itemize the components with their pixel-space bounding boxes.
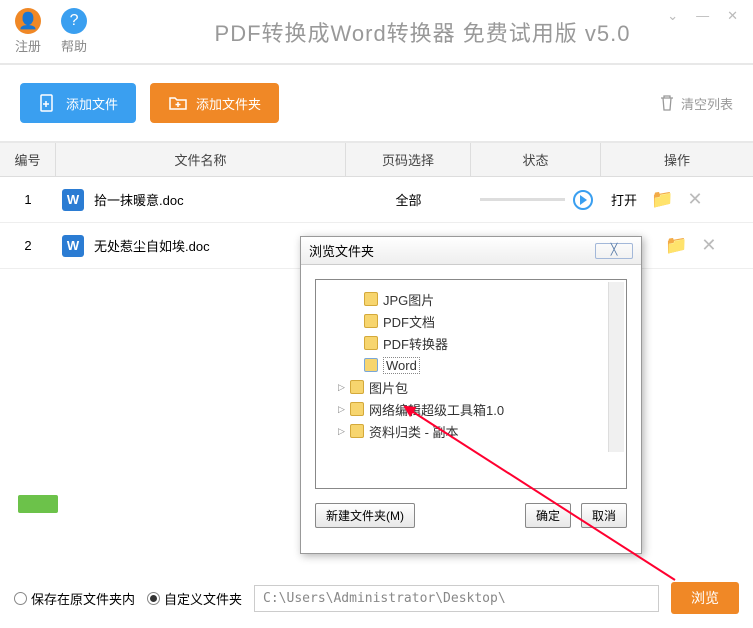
col-status: 状态 bbox=[471, 143, 601, 176]
radio-label: 保存在原文件夹内 bbox=[31, 589, 135, 608]
folder-plus-icon bbox=[168, 93, 188, 113]
add-file-button[interactable]: 添加文件 bbox=[20, 83, 136, 123]
add-file-label: 添加文件 bbox=[66, 94, 118, 113]
dropdown-icon[interactable]: ⌄ bbox=[667, 8, 678, 24]
add-folder-label: 添加文件夹 bbox=[196, 94, 261, 113]
tree-item[interactable]: PDF转换器 bbox=[324, 332, 618, 354]
row-no: 1 bbox=[0, 192, 56, 207]
save-original-radio[interactable]: 保存在原文件夹内 bbox=[14, 589, 135, 608]
open-button[interactable]: 打开 bbox=[611, 190, 637, 209]
help-button[interactable]: ? 帮助 bbox=[61, 8, 87, 55]
clear-label: 清空列表 bbox=[681, 94, 733, 113]
folder-tree[interactable]: JPG图片PDF文档PDF转换器Word▷图片包▷网络编辑超级工具箱1.0▷资料… bbox=[315, 279, 627, 489]
tree-item[interactable]: PDF文档 bbox=[324, 310, 618, 332]
progress-bar bbox=[480, 198, 565, 201]
app-title: PDF转换成Word转换器 免费试用版 v5.0 bbox=[107, 16, 738, 48]
browse-button[interactable]: 浏览 bbox=[671, 582, 739, 614]
new-folder-button[interactable]: 新建文件夹(M) bbox=[315, 503, 415, 528]
file-name: 拾一抹暖意.doc bbox=[94, 190, 184, 209]
row-no: 2 bbox=[0, 238, 56, 253]
tree-item[interactable]: ▷资料归类 - 副本 bbox=[324, 420, 618, 442]
word-icon: W bbox=[62, 189, 84, 211]
register-button[interactable]: 👤 注册 bbox=[15, 8, 41, 55]
help-label: 帮助 bbox=[61, 36, 87, 55]
convert-button-peek[interactable] bbox=[18, 495, 58, 513]
col-name: 文件名称 bbox=[56, 143, 346, 176]
col-op: 操作 bbox=[601, 143, 753, 176]
folder-icon[interactable]: 📁 bbox=[665, 235, 687, 256]
dialog-title: 浏览文件夹 bbox=[309, 241, 374, 260]
folder-icon[interactable]: 📁 bbox=[651, 189, 673, 210]
play-icon[interactable] bbox=[573, 190, 593, 210]
radio-label: 自定义文件夹 bbox=[164, 589, 242, 608]
table-header: 编号 文件名称 页码选择 状态 操作 bbox=[0, 143, 753, 177]
table-row: 1 W 拾一抹暖意.doc 全部 打开 📁 ✕ bbox=[0, 177, 753, 223]
col-page: 页码选择 bbox=[346, 143, 471, 176]
word-icon: W bbox=[62, 235, 84, 257]
trash-icon bbox=[659, 94, 675, 112]
tree-item[interactable]: ▷图片包 bbox=[324, 376, 618, 398]
remove-icon[interactable]: ✕ bbox=[687, 189, 702, 210]
tree-item[interactable]: Word bbox=[324, 354, 618, 376]
browse-folder-dialog: 浏览文件夹 ╳ JPG图片PDF文档PDF转换器Word▷图片包▷网络编辑超级工… bbox=[300, 236, 642, 554]
user-icon: 👤 bbox=[15, 8, 41, 34]
col-no: 编号 bbox=[0, 143, 56, 176]
page-sel[interactable]: 全部 bbox=[346, 190, 471, 209]
dialog-close-button[interactable]: ╳ bbox=[595, 243, 633, 259]
save-custom-radio[interactable]: 自定义文件夹 bbox=[147, 589, 242, 608]
tree-item[interactable]: JPG图片 bbox=[324, 288, 618, 310]
clear-list-button[interactable]: 清空列表 bbox=[659, 94, 733, 113]
tree-item[interactable]: ▷网络编辑超级工具箱1.0 bbox=[324, 398, 618, 420]
file-plus-icon bbox=[38, 93, 58, 113]
file-name: 无处惹尘自如埃.doc bbox=[94, 236, 210, 255]
cancel-button[interactable]: 取消 bbox=[581, 503, 627, 528]
register-label: 注册 bbox=[15, 36, 41, 55]
ok-button[interactable]: 确定 bbox=[525, 503, 571, 528]
help-icon: ? bbox=[61, 8, 87, 34]
close-icon[interactable]: ✕ bbox=[727, 8, 738, 24]
add-folder-button[interactable]: 添加文件夹 bbox=[150, 83, 279, 123]
path-input[interactable]: C:\Users\Administrator\Desktop\ bbox=[254, 585, 659, 612]
remove-icon[interactable]: ✕ bbox=[701, 235, 716, 256]
minimize-icon[interactable]: — bbox=[696, 8, 709, 24]
scrollbar[interactable] bbox=[608, 282, 624, 452]
